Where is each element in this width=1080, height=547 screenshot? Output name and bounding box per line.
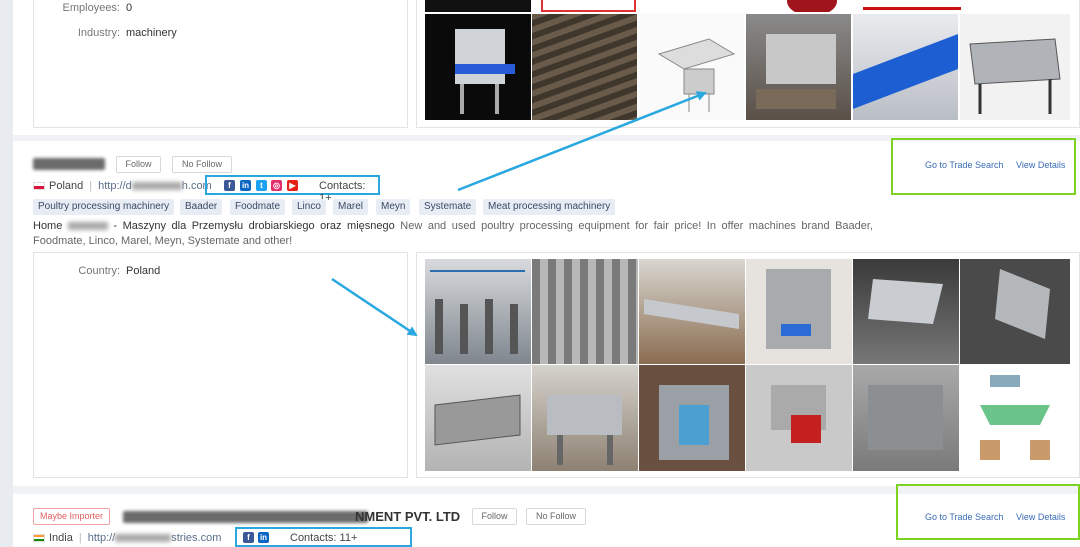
product-image[interactable] [960, 259, 1070, 364]
tag-item[interactable]: Baader [180, 199, 223, 215]
product-image[interactable] [853, 14, 958, 120]
product-image[interactable] [746, 365, 852, 471]
view-details-link[interactable]: View Details [1016, 160, 1065, 170]
poland-flag-icon [33, 182, 45, 191]
twitter-icon[interactable]: t [256, 180, 267, 191]
tag-item[interactable]: Marel [333, 199, 369, 215]
product-image[interactable] [746, 259, 852, 364]
company-2-country: Poland [49, 180, 84, 192]
product-image[interactable] [532, 259, 638, 364]
trade-search-link[interactable]: Go to Trade Search [925, 160, 1004, 170]
company-3-name-blurred [123, 511, 368, 523]
employees-value: 0 [126, 2, 133, 14]
product-image[interactable] [425, 0, 531, 12]
industry-value: machinery [126, 27, 177, 39]
tag-item[interactable]: Systemate [419, 199, 477, 215]
maybe-importer-badge: Maybe Importer [33, 508, 111, 525]
company-2-meta-row: Poland | http://d h.com [33, 180, 212, 192]
linkedin-icon[interactable]: in [258, 532, 269, 543]
no-follow-button[interactable]: No Follow [172, 156, 232, 173]
tag-item[interactable]: Foodmate [230, 199, 286, 215]
industry-label: Industry: [77, 27, 120, 39]
product-image[interactable] [853, 259, 959, 364]
company-3-website-link[interactable]: http://stries.com [88, 532, 222, 544]
product-image[interactable] [532, 14, 637, 120]
country-label: Country: [78, 265, 120, 277]
follow-button[interactable]: Follow [116, 156, 161, 173]
tag-item[interactable]: Poultry processing machinery [33, 199, 175, 215]
social-contacts-highlight: f in Contacts: 11+ [235, 527, 412, 547]
product-image[interactable] [639, 259, 745, 364]
product-image[interactable] [425, 259, 531, 364]
facebook-icon[interactable]: f [243, 532, 254, 543]
product-image[interactable] [746, 14, 851, 120]
product-image[interactable] [639, 14, 744, 120]
company-3-name[interactable]: NMENT PVT. LTD [355, 509, 460, 524]
product-image[interactable] [541, 0, 636, 12]
tag-item[interactable]: Meat processing machinery [483, 199, 616, 215]
company-2-website-link[interactable]: http://d h.com [98, 180, 212, 192]
trade-search-link[interactable]: Go to Trade Search [925, 512, 1004, 522]
product-image[interactable] [757, 0, 863, 12]
company-3-meta-row: India | http://stries.com [33, 532, 221, 544]
employees-label: Employees: [62, 2, 120, 14]
company-2-image-gallery [416, 252, 1080, 478]
company-2-info-panel: Country: Poland [33, 252, 408, 478]
no-follow-button[interactable]: No Follow [526, 508, 586, 525]
company-2-name[interactable] [33, 158, 105, 170]
tag-item[interactable]: Linco [292, 199, 326, 215]
product-image[interactable] [853, 365, 959, 471]
tag-item[interactable]: Meyn [376, 199, 411, 215]
product-image[interactable] [425, 365, 531, 471]
product-image[interactable] [960, 365, 1070, 471]
product-image[interactable] [425, 14, 531, 120]
view-details-link[interactable]: View Details [1016, 512, 1065, 522]
company-1-image-gallery [416, 0, 1080, 128]
product-image[interactable] [960, 14, 1070, 120]
product-image[interactable] [639, 365, 745, 471]
facebook-icon[interactable]: f [224, 180, 235, 191]
product-image[interactable] [863, 0, 961, 12]
company-1-info-panel: Employees: 0 Industry: machinery [33, 0, 408, 128]
product-image[interactable] [532, 365, 638, 471]
country-value: Poland [126, 265, 161, 277]
company-2-description: Home - Maszyny dla Przemysłu drobiarskie… [33, 220, 874, 247]
social-contacts-highlight: f in t ◎ ▶ Contacts: 1+ [205, 175, 380, 204]
youtube-icon[interactable]: ▶ [287, 180, 298, 191]
contacts-count[interactable]: Contacts: 11+ [290, 532, 357, 544]
india-flag-icon [33, 534, 45, 543]
company-3-country: India [49, 532, 73, 544]
left-gutter [0, 0, 13, 547]
instagram-icon[interactable]: ◎ [271, 180, 282, 191]
linkedin-icon[interactable]: in [240, 180, 251, 191]
follow-button[interactable]: Follow [472, 508, 517, 525]
